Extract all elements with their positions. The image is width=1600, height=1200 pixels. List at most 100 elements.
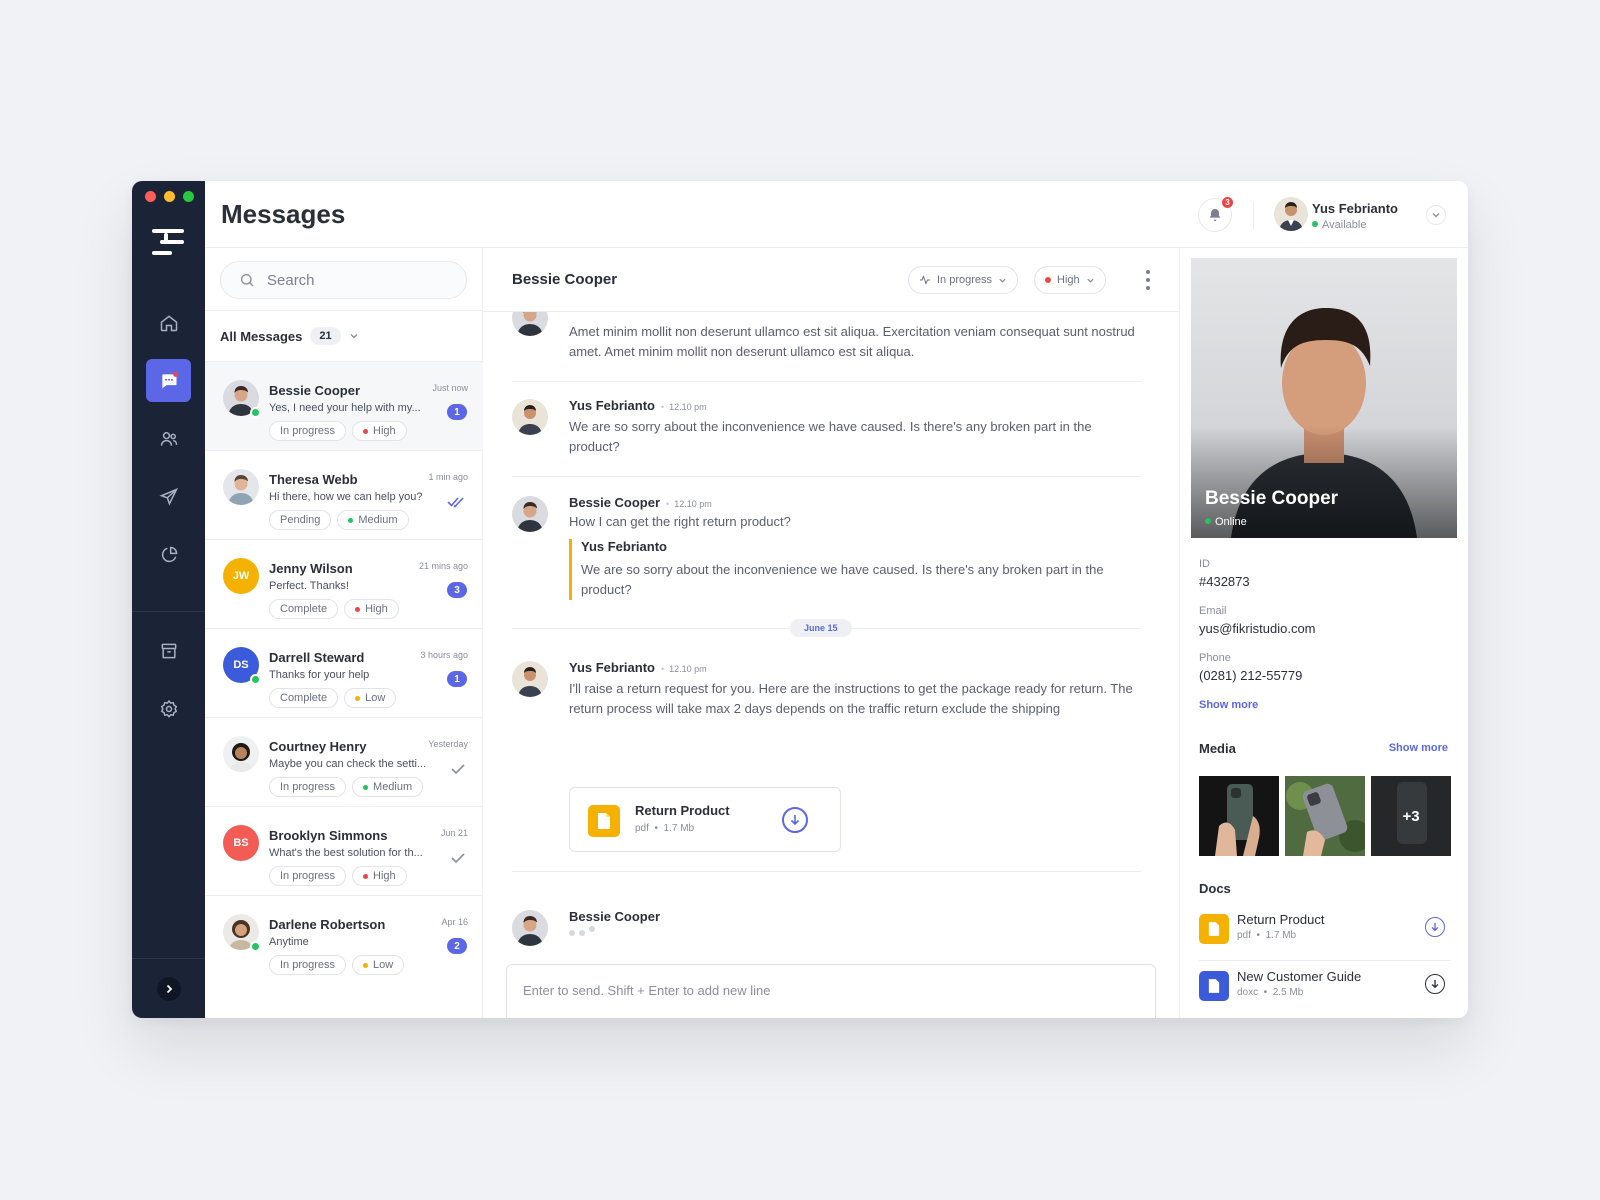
chevron-down-icon [999, 278, 1006, 283]
download-button[interactable] [1425, 917, 1445, 937]
conversation-time: 1 min ago [428, 472, 468, 482]
search-box[interactable] [220, 261, 467, 299]
quoted-text: We are so sorry about the inconvenience … [581, 562, 1104, 597]
avatar[interactable] [1274, 197, 1308, 231]
online-indicator [250, 941, 261, 952]
nav-contacts[interactable] [146, 417, 191, 460]
avatar [512, 661, 548, 697]
media-thumbnail[interactable] [1199, 776, 1279, 856]
nav-send[interactable] [146, 475, 191, 518]
avatar: BS [223, 825, 259, 861]
download-button[interactable] [1425, 974, 1445, 994]
message-thread: Amet minim mollit non deserunt ullamco e… [483, 312, 1179, 892]
doc-item[interactable]: Return Product pdf • 1.7 Mb [1199, 906, 1451, 954]
nav-archive[interactable] [146, 629, 191, 672]
avatar [512, 312, 548, 336]
priority-badge: Medium [352, 777, 424, 797]
avatar-initials: DS [233, 659, 249, 671]
priority-label: High [373, 870, 396, 882]
show-more-media-link[interactable]: Show more [1389, 742, 1448, 754]
doc-size: 1.7 Mb [1265, 930, 1297, 941]
notifications-button[interactable]: 3 [1198, 196, 1234, 232]
doc-name: Return Product [1237, 912, 1325, 927]
priority-label: Low [365, 692, 386, 704]
attachment-card[interactable]: Return Product pdf • 1.7 Mb [569, 787, 841, 852]
priority-dropdown-label: High [1057, 274, 1080, 286]
window-controls [145, 191, 194, 202]
download-button[interactable] [782, 807, 808, 833]
status-dropdown[interactable]: In progress [908, 266, 1019, 294]
profile-status-label: Online [1215, 516, 1247, 528]
maximize-window-button[interactable] [183, 191, 194, 202]
conversation-item[interactable]: Theresa Webb 1 min ago Hi there, how we … [205, 451, 483, 540]
status-label: In progress [280, 959, 336, 971]
minimize-window-button[interactable] [164, 191, 175, 202]
conversation-item[interactable]: BS Brooklyn Simmons Jun 21 What's the be… [205, 807, 483, 896]
check-icon [451, 762, 465, 780]
more-options-button[interactable] [1145, 270, 1151, 290]
unread-badge: 1 [447, 671, 467, 687]
chevron-right-icon [166, 984, 172, 993]
avatar [512, 496, 548, 532]
message-author: Yus Febrianto 12.10 pm [569, 660, 707, 675]
search-input[interactable] [267, 271, 447, 289]
doc-item[interactable]: New Customer Guide doxc • 2.5 Mb [1199, 963, 1451, 1011]
status-label: Complete [280, 603, 328, 615]
message-text: How I can get the right return product? [569, 514, 791, 529]
nav-messages[interactable] [146, 359, 191, 402]
conversation-preview: Hi there, how we can help you? [269, 491, 423, 503]
chevron-down-icon [1086, 278, 1094, 283]
message-divider [512, 381, 1141, 382]
pie-chart-icon [161, 546, 177, 562]
message-time: 12.10 pm [666, 499, 712, 509]
archive-icon [161, 643, 176, 658]
download-icon [790, 815, 800, 826]
message-divider [512, 871, 1141, 872]
document-icon [1199, 971, 1229, 1001]
conversation-item[interactable]: Bessie Cooper Just now Yes, I need your … [205, 362, 483, 451]
gear-icon [160, 699, 177, 718]
expand-sidebar-button[interactable] [156, 976, 181, 1001]
user-status-label: Available [1322, 219, 1367, 231]
priority-dropdown[interactable]: High [1034, 266, 1106, 294]
message-input[interactable] [523, 983, 1123, 998]
conversation-item[interactable]: JW Jenny Wilson 21 mins ago Perfect. Tha… [205, 540, 483, 629]
conversation-item[interactable]: Courtney Henry Yesterday Maybe you can c… [205, 718, 483, 807]
message-filter[interactable]: All Messages 21 [205, 310, 482, 362]
message-composer: B I U [506, 964, 1156, 1018]
conversation-preview: Thanks for your help [269, 669, 370, 681]
typing-indicator [569, 926, 595, 936]
priority-badge: Low [352, 955, 405, 975]
document-icon [1199, 914, 1229, 944]
doc-name: New Customer Guide [1237, 969, 1362, 984]
nav-settings[interactable] [146, 687, 191, 730]
activity-icon [920, 275, 930, 285]
message-divider [512, 476, 1141, 477]
nav-reports[interactable] [146, 533, 191, 576]
status-dot [1312, 221, 1318, 227]
attachment-size: 1.7 Mb [663, 823, 695, 834]
phone-label: Phone [1199, 652, 1231, 664]
conversation-item[interactable]: DS Darrell Steward 3 hours ago Thanks fo… [205, 629, 483, 718]
quoted-reply: Yus Febrianto We are so sorry about the … [569, 539, 1139, 600]
media-thumbnail[interactable] [1285, 776, 1365, 856]
user-menu-button[interactable] [1426, 205, 1446, 225]
conversation-preview: What's the best solution for th... [269, 847, 423, 859]
online-indicator [250, 407, 261, 418]
conversation-item[interactable]: Darlene Robertson Apr 16 Anytime 2 In pr… [205, 896, 483, 985]
media-thumbnail-more[interactable]: +3 [1371, 776, 1451, 856]
close-window-button[interactable] [145, 191, 156, 202]
show-more-info-link[interactable]: Show more [1199, 699, 1258, 711]
nav-home[interactable] [146, 301, 191, 344]
author-name: Yus Febrianto [569, 398, 655, 413]
download-icon [1431, 979, 1439, 989]
priority-badge: High [344, 599, 399, 619]
status-label: In progress [280, 425, 336, 437]
message-text: Amet minim mollit non deserunt ullamco e… [569, 324, 1135, 359]
conversation-preview: Perfect. Thanks! [269, 580, 349, 592]
status-label: Complete [280, 692, 328, 704]
conversation-time: 21 mins ago [418, 561, 468, 571]
app-window: Messages 3 Yus Febrianto Available All M… [132, 181, 1468, 1018]
header-divider [1253, 201, 1254, 229]
author-name: Yus Febrianto [569, 660, 655, 675]
